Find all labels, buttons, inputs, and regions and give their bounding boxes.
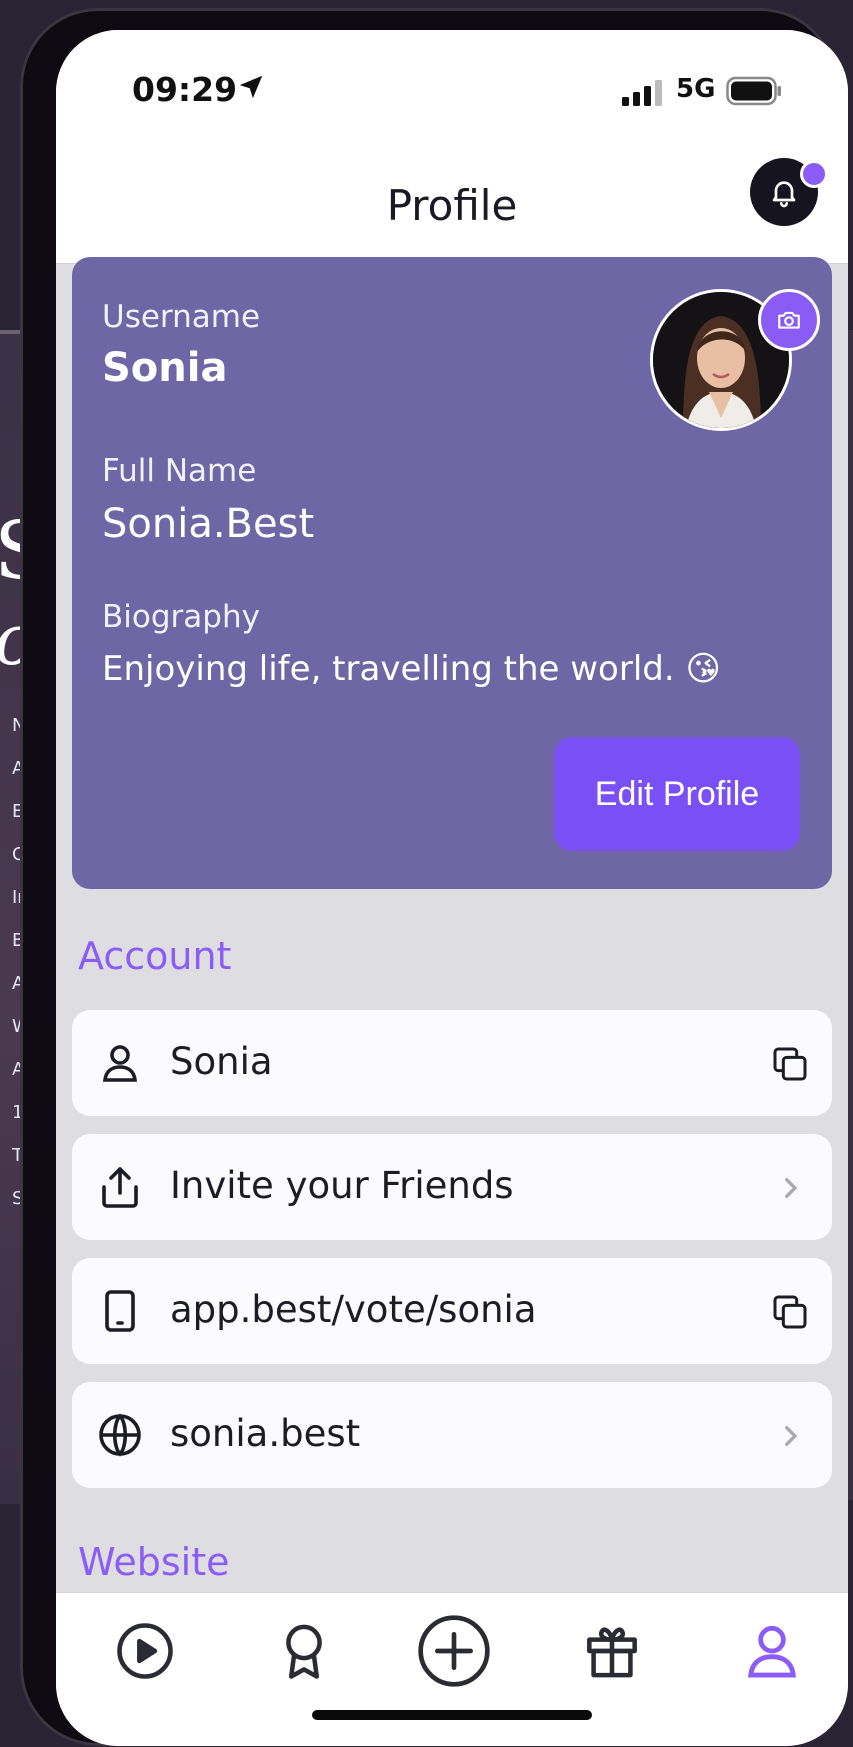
username-label: Username <box>102 299 261 335</box>
notification-badge <box>800 160 828 188</box>
location-arrow-icon <box>239 75 263 99</box>
username-value: Sonia <box>102 345 228 391</box>
edit-profile-button[interactable]: Edit Profile <box>554 737 800 851</box>
chevron-right-icon <box>785 1426 798 1446</box>
user-icon <box>102 1045 138 1082</box>
signal-icon <box>622 80 662 106</box>
play-icon[interactable] <box>111 1617 179 1685</box>
website-section-title: Website <box>78 1540 230 1584</box>
network-type: 5G <box>676 74 716 104</box>
change-photo-button[interactable] <box>758 289 820 351</box>
status-time: 09:29 <box>132 70 238 109</box>
chevron-right-icon <box>785 1178 798 1198</box>
page-title: Profile <box>386 181 518 230</box>
phone-icon <box>105 1290 135 1332</box>
plus-icon[interactable] <box>414 1611 494 1691</box>
copy-icon[interactable] <box>770 1044 810 1084</box>
account-item-label: Invite your Friends <box>170 1164 514 1207</box>
copy-icon[interactable] <box>770 1292 810 1332</box>
account-item-website[interactable]: sonia.best <box>72 1382 832 1488</box>
home-indicator <box>312 1710 592 1720</box>
fullname-label: Full Name <box>102 453 257 489</box>
gift-icon[interactable] <box>578 1617 646 1685</box>
phone-screen: 09:29 5G Profile Username Sonia Full Nam… <box>56 30 848 1746</box>
battery-icon <box>726 76 781 106</box>
camera-icon <box>778 311 800 329</box>
status-bar: 09:29 5G <box>56 30 848 155</box>
bell-icon <box>772 181 796 208</box>
account-item-label: Sonia <box>170 1040 273 1083</box>
account-item-vote-link[interactable]: app.best/vote/sonia <box>72 1258 832 1364</box>
phone-frame: 09:29 5G Profile Username Sonia Full Nam… <box>20 8 848 1746</box>
account-item-label: sonia.best <box>170 1412 361 1455</box>
fullname-value: Sonia.Best <box>102 501 315 547</box>
profile-icon[interactable] <box>738 1617 806 1685</box>
award-icon[interactable] <box>270 1617 338 1685</box>
account-item-label: app.best/vote/sonia <box>170 1288 537 1331</box>
account-item-invite[interactable]: Invite your Friends <box>72 1134 832 1240</box>
profile-card: Username Sonia Full Name Sonia.Best Biog… <box>72 257 832 889</box>
account-item-username[interactable]: Sonia <box>72 1010 832 1116</box>
account-section-title: Account <box>78 934 232 978</box>
biography-label: Biography <box>102 599 260 635</box>
globe-icon <box>99 1413 141 1457</box>
page-header: Profile <box>56 155 848 264</box>
tab-bar <box>56 1592 848 1746</box>
share-icon <box>102 1167 138 1208</box>
biography-value: Enjoying life, travelling the world. 😘 <box>102 649 721 689</box>
